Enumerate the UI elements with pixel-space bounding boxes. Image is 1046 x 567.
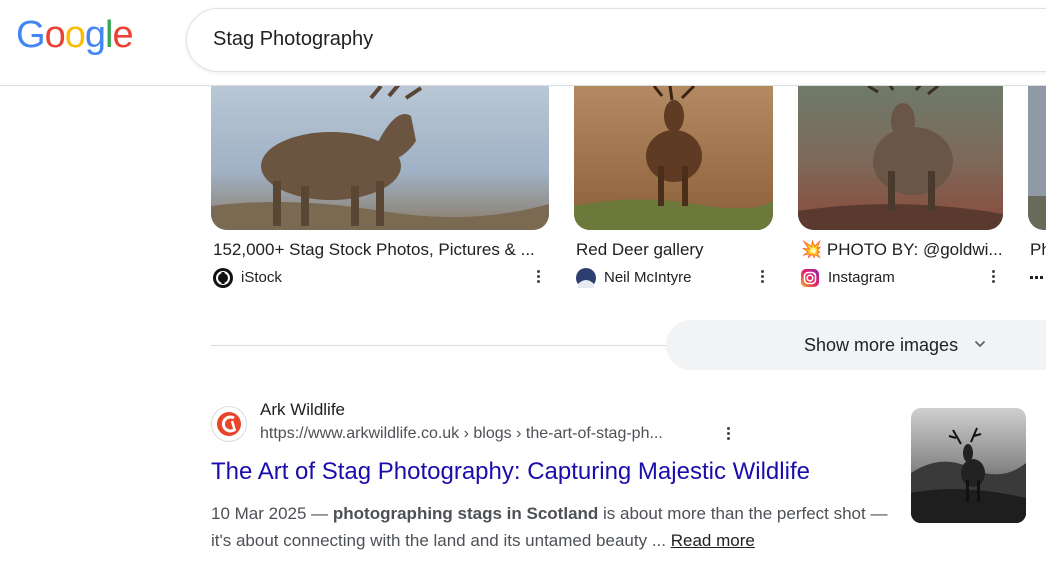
section-divider: [211, 345, 671, 346]
logo-letter: g: [84, 14, 106, 56]
result-thumbnail[interactable]: [911, 408, 1026, 523]
result-site-name[interactable]: Ark Wildlife: [260, 400, 345, 420]
image-result-title[interactable]: Red Deer gallery: [576, 240, 776, 260]
google-logo[interactable]: Google: [16, 14, 134, 57]
istock-icon: [213, 268, 233, 288]
instagram-icon: [800, 268, 820, 288]
image-result-thumbnail[interactable]: [1028, 86, 1046, 230]
neil-mcintyre-avatar-icon: [576, 268, 596, 288]
more-source-icon: [1030, 268, 1046, 288]
logo-letter: e: [112, 14, 133, 56]
show-more-images-button[interactable]: Show more images: [666, 320, 1046, 370]
snippet-bold: photographing stags in Scotland: [332, 504, 599, 523]
source-label: Neil McIntyre: [604, 269, 692, 286]
more-options-icon[interactable]: [724, 425, 732, 445]
logo-letter: G: [16, 14, 46, 56]
logo-letter: o: [44, 14, 66, 56]
chevron-down-icon: [974, 337, 986, 349]
image-result-thumbnail[interactable]: [574, 86, 773, 230]
search-query: Stag Photography: [213, 28, 374, 50]
search-input[interactable]: Stag Photography: [186, 8, 1046, 72]
image-result-source[interactable]: Neil McIntyre: [576, 266, 756, 288]
image-result-title[interactable]: 152,000+ Stag Stock Photos, Pictures & .…: [213, 240, 553, 260]
source-label: iStock: [241, 269, 282, 286]
snippet-dash: —: [306, 504, 333, 523]
read-more-link[interactable]: Read more: [671, 531, 755, 550]
image-result-source[interactable]: Instagram: [800, 266, 980, 288]
image-result-title[interactable]: Ph: [1030, 240, 1046, 260]
result-url[interactable]: https://www.arkwildlife.co.uk › blogs › …: [260, 425, 663, 443]
show-more-label: Show more images: [804, 335, 959, 355]
more-options-icon[interactable]: [989, 268, 997, 288]
ark-wildlife-favicon-icon[interactable]: [211, 406, 247, 442]
result-snippet: 10 Mar 2025 — photographing stags in Sco…: [211, 500, 901, 554]
logo-letter: l: [104, 14, 114, 56]
result-date: 10 Mar 2025: [211, 504, 307, 523]
image-result-title[interactable]: 💥 PHOTO BY: @goldwi...: [801, 240, 1001, 260]
header-bar: Google Stag Photography: [0, 0, 1046, 86]
image-result-thumbnail[interactable]: [798, 86, 1003, 230]
result-title-link[interactable]: The Art of Stag Photography: Capturing M…: [211, 458, 810, 486]
image-result-source[interactable]: [1030, 266, 1046, 288]
more-options-icon[interactable]: [758, 268, 766, 288]
image-result-thumbnail[interactable]: [211, 86, 549, 230]
image-result-source[interactable]: iStock: [213, 266, 413, 288]
more-options-icon[interactable]: [534, 268, 542, 288]
logo-letter: o: [64, 14, 86, 56]
source-label: Instagram: [828, 269, 895, 286]
